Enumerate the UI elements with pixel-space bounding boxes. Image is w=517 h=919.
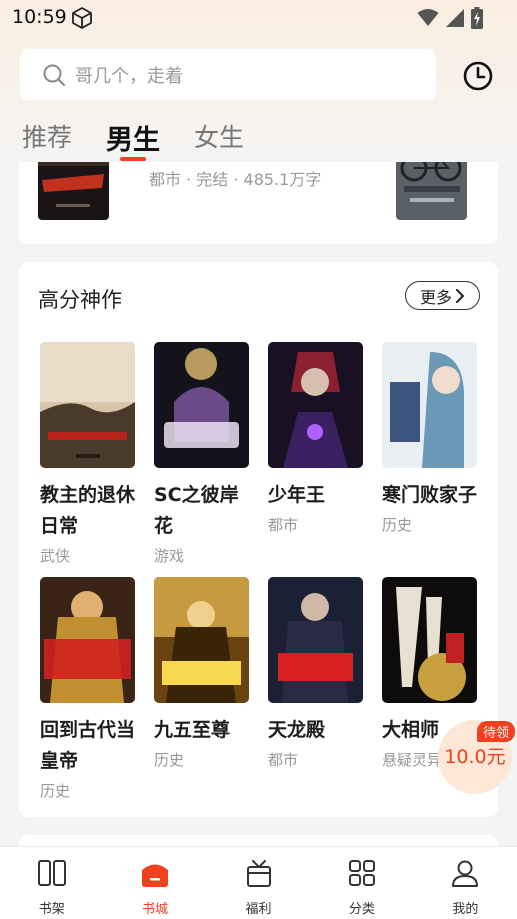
book-cover-image[interactable]	[268, 342, 363, 468]
bookshelf-icon	[37, 860, 66, 886]
book-cover-image[interactable]	[38, 162, 109, 220]
book-title: 教主的退休日常	[40, 484, 136, 537]
book-meta: 都市 · 完结 · 485.1万字	[149, 170, 322, 189]
profile-icon	[452, 860, 479, 887]
nav-profile[interactable]: 我的	[414, 847, 517, 919]
book-cover-image[interactable]	[40, 577, 135, 703]
gift-icon	[246, 860, 271, 887]
nav-label: 书城	[142, 902, 169, 917]
section-title: 高分神作	[38, 288, 122, 312]
wifi-icon	[417, 9, 439, 26]
nav-bookshelf[interactable]: 书架	[0, 847, 103, 919]
book-cover-image[interactable]	[154, 342, 249, 468]
book-tag: 都市	[268, 516, 299, 534]
book-tag: 历史	[154, 751, 185, 769]
book-title: SC之彼岸花	[154, 484, 239, 537]
nav-welfare[interactable]: 福利	[207, 847, 310, 919]
tab-female[interactable]: 女生	[194, 118, 244, 162]
active-tab-indicator	[120, 157, 147, 161]
chevron-right-icon	[456, 288, 465, 303]
nav-label: 福利	[245, 902, 272, 917]
book-cover-image[interactable]	[154, 577, 249, 703]
coupon-value: 10.0元	[444, 746, 506, 768]
nav-label: 书架	[38, 902, 65, 917]
book-item[interactable]: 九五至尊 历史	[154, 577, 254, 770]
category-icon	[348, 860, 375, 886]
book-title: 寒门败家子	[382, 484, 478, 506]
tab-male[interactable]: 男生	[106, 118, 160, 162]
book-item[interactable]: 教主的退休日常 武侠	[40, 342, 140, 566]
high-score-section-card: 高分神作 更多 教主的退休日常 武侠 SC之彼岸花 游戏 少年王 都市 寒门败家…	[19, 262, 498, 817]
next-section-card	[19, 835, 498, 846]
book-cover-image[interactable]	[396, 162, 467, 220]
previous-book-card[interactable]: 都市 · 完结 · 485.1万字	[19, 162, 498, 244]
book-item[interactable]: 回到古代当皇帝 历史	[40, 577, 140, 801]
book-cover-image[interactable]	[382, 577, 477, 703]
channel-tabs: 推荐 男生 女生	[22, 118, 278, 162]
more-button[interactable]: 更多	[405, 281, 480, 310]
search-placeholder: 哥几个，走着	[75, 65, 183, 87]
book-title: 回到古代当皇帝	[40, 719, 136, 772]
book-tag: 游戏	[154, 547, 185, 565]
status-bar: 10:59	[0, 0, 517, 36]
book-tag: 都市	[268, 751, 299, 769]
tab-recommend[interactable]: 推荐	[22, 118, 72, 162]
book-cover-image[interactable]	[268, 577, 363, 703]
status-time: 10:59	[12, 6, 67, 28]
book-item[interactable]: 少年王 都市	[268, 342, 368, 535]
bookstore-icon	[142, 864, 169, 887]
book-title: 九五至尊	[154, 719, 231, 741]
nav-bookstore[interactable]: 书城	[103, 847, 206, 919]
book-item[interactable]: 天龙殿 都市	[268, 577, 368, 770]
battery-icon	[471, 7, 483, 29]
bottom-navigation: 书架 书城 福利 分类 我的	[0, 846, 517, 919]
status-indicators	[417, 7, 483, 29]
book-cover-image[interactable]	[382, 342, 477, 468]
book-title: 少年王	[268, 484, 326, 506]
search-icon	[43, 64, 65, 86]
nav-category[interactable]: 分类	[310, 847, 413, 919]
signal-icon	[446, 9, 464, 27]
book-item[interactable]: SC之彼岸花 游戏	[154, 342, 254, 566]
book-title: 天龙殿	[268, 719, 326, 741]
history-clock-icon[interactable]	[461, 59, 495, 93]
book-cover-image[interactable]	[40, 342, 135, 468]
coupon-badge: 待领	[477, 721, 515, 742]
book-tag: 历史	[40, 782, 71, 800]
nav-label: 分类	[348, 902, 375, 917]
book-tag: 武侠	[40, 547, 71, 565]
nav-label: 我的	[452, 902, 479, 917]
book-tag: 历史	[382, 516, 413, 534]
book-item[interactable]: 寒门败家子 历史	[382, 342, 482, 535]
search-bar[interactable]: 哥几个，走着	[20, 49, 436, 100]
cube-icon	[72, 7, 92, 29]
